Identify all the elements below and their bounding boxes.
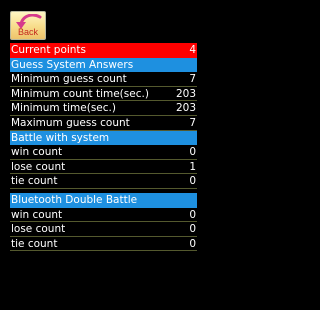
stat-row-battle-tie: tie count 0 [10, 174, 197, 189]
stat-label: tie count [11, 175, 58, 188]
current-points-value: 4 [189, 44, 196, 56]
stat-row-bluetooth-lose: lose count 0 [10, 222, 197, 237]
stat-row-bluetooth-win: win count 0 [10, 208, 197, 223]
current-points-row: Current points 4 [10, 43, 197, 58]
stat-value: 0 [189, 208, 196, 221]
stat-row-bluetooth-tie: tie count 0 [10, 237, 197, 252]
stat-value: 0 [189, 146, 196, 159]
section-header-battle-system: Battle with system [10, 130, 197, 146]
stat-label: tie count [11, 237, 58, 250]
stat-value: 0 [189, 175, 196, 188]
back-button-label: Back [17, 27, 38, 37]
stat-label: Minimum count time(sec.) [11, 87, 149, 100]
stat-value: 7 [189, 73, 196, 86]
stat-value: 203 [175, 87, 196, 100]
stats-table: Current points 4 Guess System Answers Mi… [10, 43, 197, 252]
stat-label: Maximum guess count [11, 116, 130, 129]
stat-label: lose count [11, 160, 66, 173]
stat-row-battle-win: win count 0 [10, 145, 197, 160]
stat-value: 0 [189, 237, 196, 250]
stat-label: lose count [11, 223, 66, 236]
stat-row-min-guess-count: Minimum guess count 7 [10, 72, 197, 87]
current-points-label: Current points [11, 44, 87, 56]
stat-row-min-count-time: Minimum count time(sec.) 203 [10, 87, 197, 102]
back-button[interactable]: Back [10, 11, 46, 40]
section-header-bluetooth-battle: Bluetooth Double Battle [10, 192, 197, 208]
stat-value: 0 [189, 223, 196, 236]
stat-label: win count [11, 146, 63, 159]
stat-row-max-guess-count: Maximum guess count 7 [10, 116, 197, 131]
stat-value: 1 [189, 160, 196, 173]
stat-label: Minimum time(sec.) [11, 102, 116, 115]
section-header-guess-system: Guess System Answers [10, 57, 197, 73]
stat-label: Minimum guess count [11, 73, 127, 86]
stat-value: 203 [175, 102, 196, 115]
stat-row-battle-lose: lose count 1 [10, 160, 197, 175]
stat-label: win count [11, 208, 63, 221]
stat-row-min-time: Minimum time(sec.) 203 [10, 101, 197, 116]
stat-value: 7 [189, 116, 196, 129]
